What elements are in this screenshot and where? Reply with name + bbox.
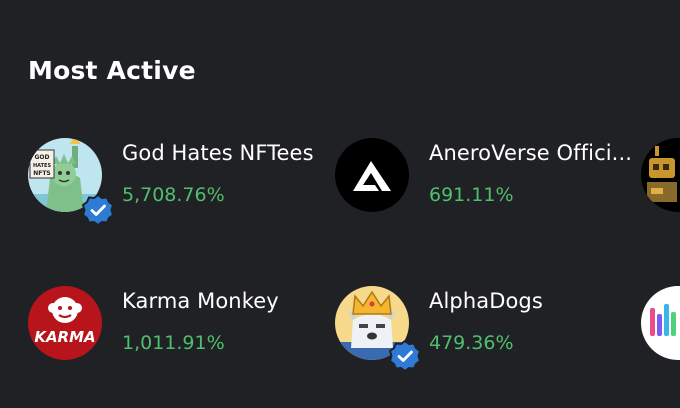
karma-monkey-avatar: KARMA (28, 286, 102, 360)
collection-change: 5,708.76% (122, 184, 225, 206)
collection-name: AlphaDogs (429, 289, 543, 313)
collection-card-karma-monkey[interactable]: KARMA Karma Monkey 1,011.91% (28, 286, 318, 366)
aneroverse-logo-avatar (335, 138, 409, 212)
verified-badge-icon (82, 194, 114, 226)
collection-name: Karma Monkey (122, 289, 279, 313)
collection-card-partial-top[interactable] (641, 138, 680, 218)
collection-name: God Hates NFTees (122, 141, 314, 165)
collection-change: 479.36% (429, 332, 514, 354)
collection-card-alphadogs[interactable]: AlphaDogs 479.36% (335, 286, 625, 372)
collection-change: 1,011.91% (122, 332, 225, 354)
svg-text:HATES: HATES (33, 163, 51, 169)
robot-avatar (641, 138, 680, 212)
collection-card-god-hates-nftees[interactable]: GOD HATES NFTS God Hates NFTees 5,708.76… (28, 138, 318, 226)
section-title: Most Active (28, 56, 196, 85)
collection-name: AneroVerse Offici... (429, 141, 632, 165)
collection-change: 691.11% (429, 184, 514, 206)
most-active-section: Most Active GOD HATES NFTS God Hates NFT… (0, 0, 680, 408)
svg-text:KARMA: KARMA (34, 328, 95, 346)
collection-card-partial-bottom[interactable] (641, 286, 680, 366)
verified-badge-icon (389, 340, 421, 372)
collection-card-aneroverse[interactable]: AneroVerse Offici... 691.11% (335, 138, 632, 218)
svg-text:GOD: GOD (34, 154, 49, 161)
svg-text:NFTS: NFTS (33, 170, 51, 177)
colorful-logo-avatar (641, 286, 680, 360)
